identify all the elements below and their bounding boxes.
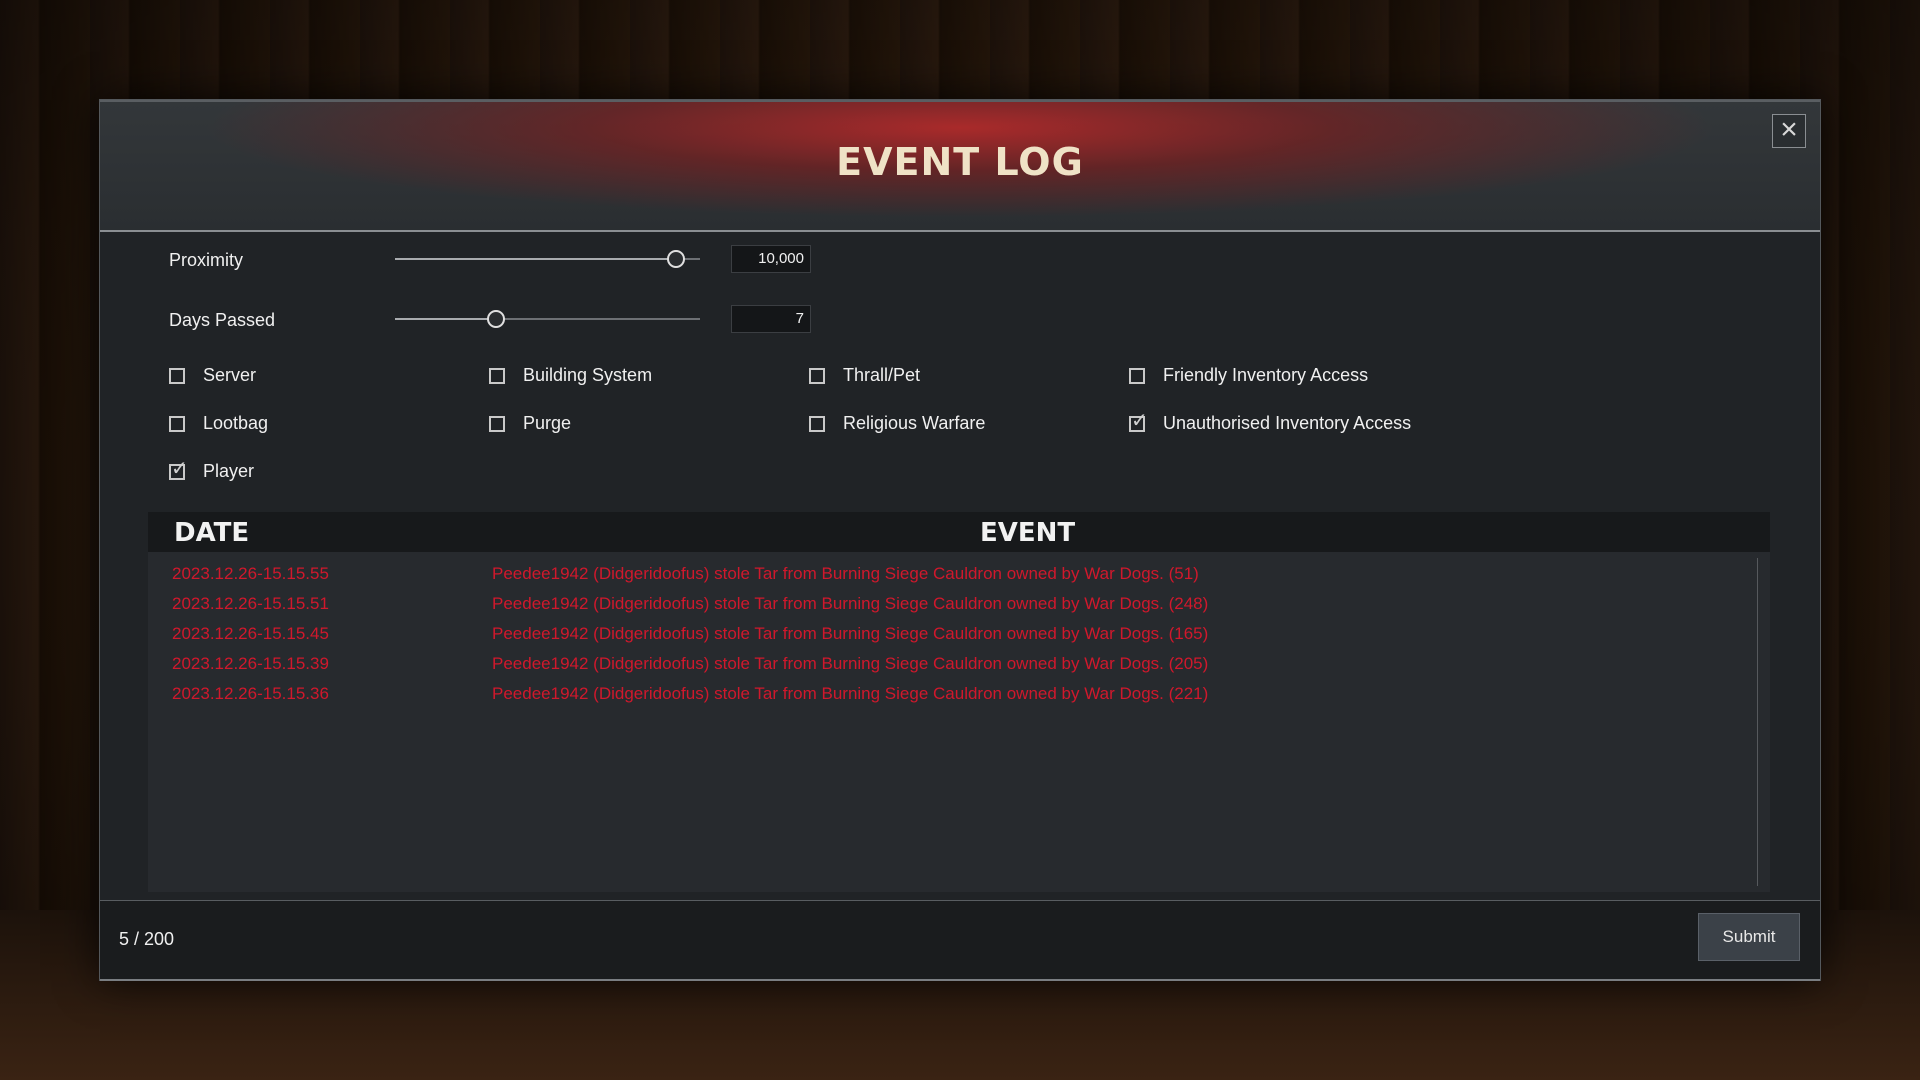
dialog-footer: 5 / 200 Submit [100, 900, 1820, 981]
table-row[interactable]: 2023.12.26-15.15.36 Peedee1942 (Didgerid… [148, 680, 1748, 710]
log-table-header: DATE EVENT [148, 512, 1770, 552]
dialog-header: EVENT LOG × [100, 100, 1820, 232]
days-passed-slider-fill [395, 318, 496, 320]
checkbox-label: Lootbag [203, 413, 269, 433]
checkbox-lootbag[interactable]: Lootbag [169, 413, 268, 434]
checkbox-building-system[interactable]: Building System [489, 365, 652, 386]
checkbox-religious-warfare[interactable]: Religious Warfare [809, 413, 985, 434]
table-row[interactable]: 2023.12.26-15.15.45 Peedee1942 (Didgerid… [148, 620, 1748, 650]
row-event: Peedee1942 (Didgeridoofus) stole Tar fro… [492, 564, 1199, 583]
row-date: 2023.12.26-15.15.45 [172, 624, 329, 643]
table-row[interactable]: 2023.12.26-15.15.55 Peedee1942 (Didgerid… [148, 560, 1748, 590]
checkbox-label: Unauthorised Inventory Access [1163, 413, 1412, 433]
proximity-slider[interactable] [395, 250, 700, 268]
event-count: 5 / 200 [119, 929, 175, 949]
submit-button[interactable]: Submit [1698, 913, 1800, 961]
days-passed-slider[interactable] [395, 310, 700, 328]
row-date: 2023.12.26-15.15.39 [172, 654, 329, 673]
row-event: Peedee1942 (Didgeridoofus) stole Tar fro… [492, 624, 1209, 643]
days-passed-value-input[interactable]: 7 [731, 305, 811, 333]
checkbox-thrall-pet[interactable]: Thrall/Pet [809, 365, 920, 386]
checkbox-box[interactable] [169, 367, 185, 384]
dialog-title: EVENT LOG [836, 140, 1084, 184]
checkbox-friendly-inventory-access[interactable]: Friendly Inventory Access [1129, 365, 1368, 386]
checkbox-label: Building System [523, 365, 653, 385]
checkbox-label: Friendly Inventory Access [1163, 365, 1369, 385]
proximity-slider-thumb[interactable] [666, 250, 685, 268]
column-header-date: DATE [174, 518, 250, 548]
checkbox-label: Religious Warfare [843, 413, 986, 433]
days-passed-label: Days Passed [169, 310, 276, 330]
proximity-slider-fill [395, 258, 676, 260]
table-row[interactable]: 2023.12.26-15.15.39 Peedee1942 (Didgerid… [148, 650, 1748, 680]
row-event: Peedee1942 (Didgeridoofus) stole Tar fro… [492, 684, 1209, 703]
checkbox-label: Player [203, 461, 255, 481]
checkbox-box[interactable] [1129, 367, 1145, 384]
checkbox-box[interactable] [809, 367, 825, 384]
checkbox-label: Thrall/Pet [843, 365, 921, 385]
proximity-label: Proximity [169, 250, 244, 270]
days-passed-slider-thumb[interactable] [486, 310, 505, 328]
checkbox-box[interactable] [809, 415, 825, 432]
checkbox-box[interactable] [169, 415, 185, 432]
checkbox-box[interactable] [489, 415, 505, 432]
row-event: Peedee1942 (Didgeridoofus) stole Tar fro… [492, 594, 1209, 613]
checkbox-label: Purge [523, 413, 572, 433]
checkbox-box[interactable] [1129, 408, 1148, 432]
checkbox-unauthorised-inventory-access[interactable]: Unauthorised Inventory Access [1129, 408, 1412, 434]
row-event: Peedee1942 (Didgeridoofus) stole Tar fro… [492, 654, 1209, 673]
checkbox-player[interactable]: Player [169, 456, 255, 482]
proximity-value-input[interactable]: 10,000 [731, 245, 811, 273]
scrollbar[interactable] [1757, 558, 1758, 886]
event-log-dialog: EVENT LOG × Proximity 10,000 Days Passed… [100, 100, 1820, 981]
close-button[interactable]: × [1772, 114, 1806, 148]
checkbox-label: Server [203, 365, 257, 385]
close-icon: × [1780, 113, 1798, 146]
checkbox-box[interactable] [169, 456, 188, 480]
checkbox-box[interactable] [489, 367, 505, 384]
row-date: 2023.12.26-15.15.55 [172, 564, 329, 583]
row-date: 2023.12.26-15.15.51 [172, 594, 329, 613]
checkbox-server[interactable]: Server [169, 365, 256, 386]
row-date: 2023.12.26-15.15.36 [172, 684, 329, 703]
log-table-body[interactable]: 2023.12.26-15.15.55 Peedee1942 (Didgerid… [148, 552, 1770, 892]
column-header-event: EVENT [980, 518, 1076, 548]
checkbox-purge[interactable]: Purge [489, 413, 571, 434]
table-row[interactable]: 2023.12.26-15.15.51 Peedee1942 (Didgerid… [148, 590, 1748, 620]
